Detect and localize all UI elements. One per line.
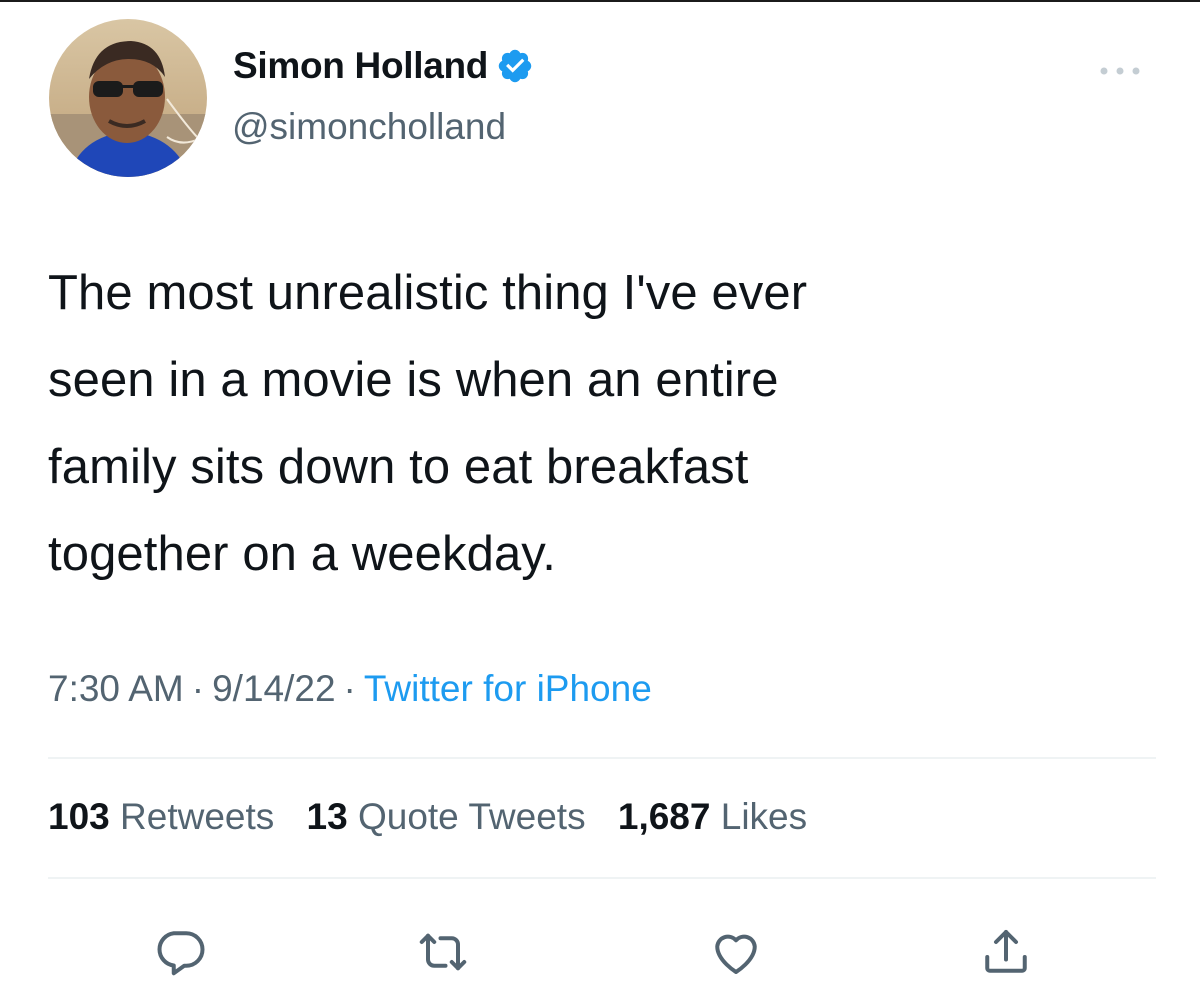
- like-icon: [715, 934, 757, 974]
- more-options-icon[interactable]: [1096, 64, 1144, 78]
- verified-badge-icon: [496, 47, 534, 85]
- divider: [48, 757, 1156, 759]
- author-display-name[interactable]: Simon Holland: [233, 45, 488, 87]
- separator: ·: [191, 668, 205, 709]
- retweet-button[interactable]: [413, 922, 473, 982]
- like-button[interactable]: [706, 922, 766, 982]
- tweet-text-line: family sits down to eat breakfast: [48, 440, 749, 494]
- reply-button[interactable]: [150, 922, 210, 982]
- quote-tweets-count: 13: [306, 796, 348, 837]
- tweet-text: The most unrealistic thing I've ever see…: [48, 250, 1128, 598]
- retweets-label: Retweets: [120, 796, 275, 837]
- quote-tweets-label: Quote Tweets: [357, 796, 586, 837]
- likes-stat[interactable]: 1,687 Likes: [618, 796, 807, 837]
- tweet-text-line: The most unrealistic thing I've ever: [48, 266, 808, 320]
- tweet-metadata: 7:30 AM · 9/14/22 · Twitter for iPhone: [48, 668, 652, 710]
- top-border: [0, 0, 1200, 2]
- tweet-text-line: together on a weekday.: [48, 527, 556, 581]
- separator: ·: [343, 668, 356, 709]
- share-button[interactable]: [976, 922, 1036, 982]
- tweet-date[interactable]: 9/14/22: [212, 668, 335, 709]
- reply-icon: [157, 931, 205, 976]
- likes-label: Likes: [720, 796, 808, 837]
- tweet-time[interactable]: 7:30 AM: [48, 668, 184, 709]
- avatar[interactable]: [49, 19, 207, 177]
- avatar-photo: [49, 19, 207, 177]
- retweets-count: 103: [48, 796, 110, 837]
- share-icon: [985, 930, 1027, 973]
- tweet-text-line: seen in a movie is when an entire: [48, 353, 779, 407]
- divider: [48, 877, 1156, 879]
- retweet-icon: [419, 933, 467, 971]
- author-handle[interactable]: @simoncholland: [232, 106, 506, 148]
- likes-count: 1,687: [617, 796, 711, 837]
- quote-tweets-stat[interactable]: 13 Quote Tweets: [307, 796, 586, 837]
- engagement-stats: 103 Retweets 13 Quote Tweets 1,687 Likes: [48, 796, 829, 838]
- tweet-source-link[interactable]: Twitter for iPhone: [364, 668, 652, 709]
- retweets-stat[interactable]: 103 Retweets: [48, 796, 274, 837]
